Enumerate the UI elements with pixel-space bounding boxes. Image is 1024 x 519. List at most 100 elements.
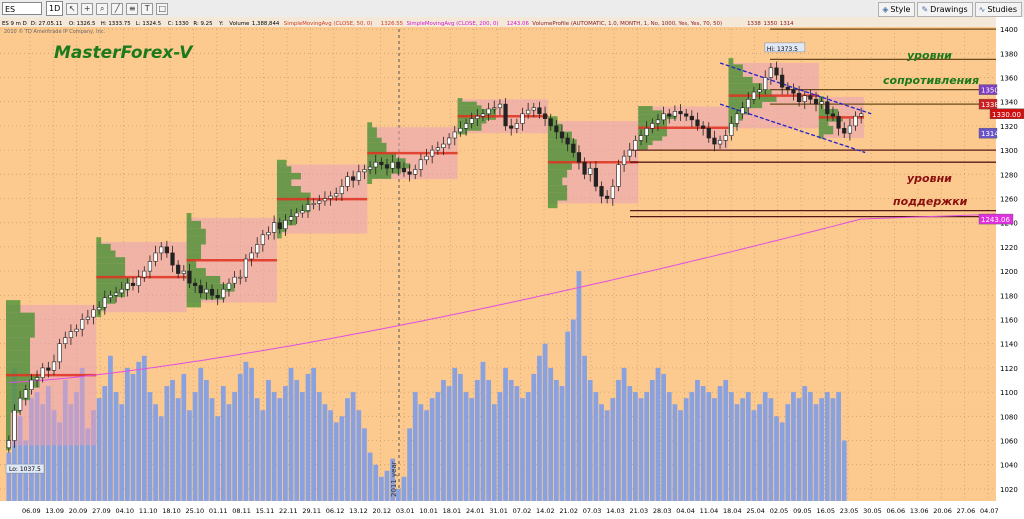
high-label: Hi: 1373.5 [767,46,798,53]
profile-bar [6,300,21,313]
candle-body [452,131,457,139]
volume-bar [644,392,650,501]
zoom-icon[interactable]: ⌕ [96,2,109,15]
x-tick-label: 15.11 [256,507,275,515]
volume-bar [345,398,350,501]
profile-bar [728,70,743,77]
candle-body [847,125,852,134]
candle-body [621,155,627,165]
profile-bar [96,237,102,244]
candle-body [480,113,486,117]
volume-bar [824,392,830,501]
candle-body [198,285,203,294]
line-tool-icon[interactable]: ╱ [111,2,124,15]
candle-body [774,67,779,76]
x-tick-label: 01.11 [209,507,228,515]
volume-bar [288,367,294,501]
x-tick-label: 18.04 [723,507,742,515]
profile-bar [547,177,563,186]
legend-item: VolumeProfile (AUTOMATIC, 1.0, MONTH, 1,… [532,21,722,27]
studies-button[interactable]: ∿ Studies [974,2,1022,17]
volume-bar [655,367,661,501]
profile-bar [367,142,387,148]
volume-bar [474,380,480,501]
annotation-resistance-2: сопротивления [883,74,979,87]
profile-bar [367,122,373,128]
rect-icon[interactable]: □ [156,2,169,15]
profile-bar [547,185,568,193]
profile-bar [186,244,202,253]
candle-body [125,282,130,290]
volume-bar [441,380,446,501]
price-tag-label: 1350 [981,87,999,95]
y-tick-label: 1340 [1000,99,1018,107]
volume-bar [164,386,170,501]
timeframe-selector[interactable]: 1D [46,1,64,16]
volume-bar [531,373,537,501]
volume-bar [362,428,367,501]
candle-body [830,113,836,117]
y-tick-label: 1400 [1000,26,1018,34]
style-button[interactable]: ◈ Style [878,2,916,17]
candle-body [853,115,858,127]
crosshair-icon[interactable]: + [81,2,94,15]
volume-bar [209,398,215,501]
candle-body [407,171,412,175]
x-tick-label: 06.09 [22,507,41,515]
cursor-icon[interactable]: ↖ [66,2,79,15]
candle-body [430,149,435,157]
candle-body [68,331,74,338]
volume-bar [576,271,582,501]
candle-body [672,111,678,117]
profile-bar [186,236,206,245]
candle-body [678,111,683,115]
volume-bar [717,386,723,501]
candle-body [796,92,802,103]
volume-bar [232,392,237,501]
candle-body [520,113,525,124]
chart-area[interactable]: Hi: 1373.5 Lo: 1037.5 1020 1040 1060 1080 110… [0,17,1024,519]
legend-item: R: 9.25 [193,21,212,27]
profile-bar [276,205,311,213]
legend-item: 1326.55 [381,21,403,27]
profile-bar [547,192,568,201]
profile-bar [367,173,392,179]
fib-icon[interactable]: ≡ [126,2,139,15]
volume-bar [215,416,221,501]
candle-body [277,222,282,230]
y-tick-label: 1040 [1000,462,1018,470]
price-tag-label: 1330.00 [992,111,1021,119]
candle-body [328,195,333,199]
profile-bar [638,106,653,111]
symbol-input[interactable]: ES [2,2,42,15]
candle-body [12,409,17,441]
candle-body [192,282,198,286]
profile-bar [186,220,202,229]
volume-bar [785,404,791,501]
volume-bar [108,355,113,501]
candle-body [113,292,119,296]
x-tick-label: 28.03 [653,507,672,515]
volume-bar [672,404,678,501]
volume-bar [237,373,243,501]
profile-bar [276,212,297,219]
profile-bar [638,110,663,115]
year-label: 2011 year [390,461,398,497]
candle-body [825,101,830,115]
volume-bar [452,367,458,501]
candle-body [418,159,423,170]
candle-body [317,200,322,204]
x-tick-label: 09.05 [793,507,812,515]
drawings-button[interactable]: ✎ Drawings [917,2,973,17]
volume-bar [802,386,808,501]
volume-bar [384,470,390,501]
volume-bar [503,367,508,501]
candle-body [384,164,390,169]
candle-body [373,161,378,168]
candle-body [492,107,497,110]
volume-bar [762,392,768,501]
volume-bar [610,398,616,501]
legend-item: 1338 [747,21,761,27]
candle-body [746,98,751,109]
text-icon[interactable]: T [141,2,154,15]
